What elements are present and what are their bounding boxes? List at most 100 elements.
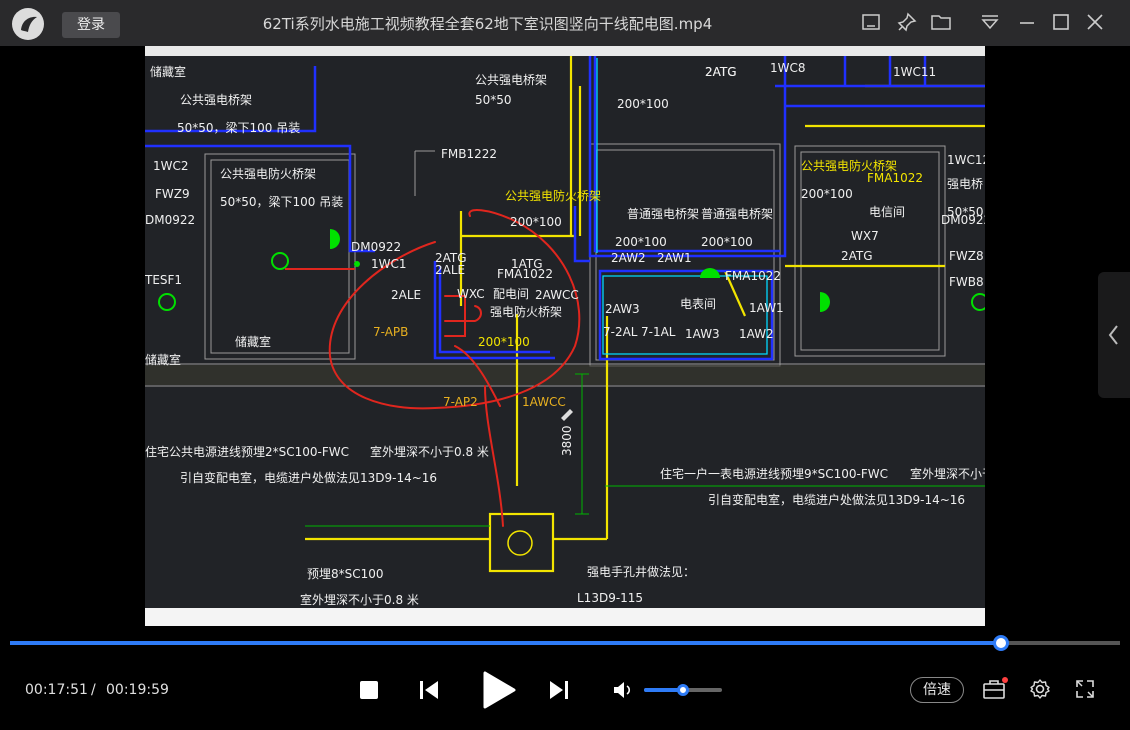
drawing-label: FMA1022: [725, 269, 781, 283]
drawing-label: 2ALE: [435, 263, 465, 277]
volume-icon: [614, 682, 631, 698]
drawing-label: 7-AP2: [443, 395, 478, 409]
stop-icon: [360, 681, 378, 699]
stop-button[interactable]: [358, 679, 380, 701]
drawing-label: 强电手孔井做法见：: [587, 564, 695, 579]
close-icon[interactable]: [1084, 11, 1106, 33]
drawing-label: 2AW2: [611, 251, 646, 265]
drawing-label: 室外埋深不小于0.8 米: [910, 466, 985, 481]
next-icon: [550, 681, 568, 699]
folder-icon[interactable]: [930, 11, 952, 33]
collapse-chevron-icon: [1108, 325, 1118, 345]
drawing-label: 配电间: [493, 287, 529, 301]
drawing-label: 1AWCC: [522, 395, 566, 409]
title-bar: 登录 62Ti系列水电施工视频教程全套62地下室识图竖向干线配电图.mp4: [0, 0, 1130, 46]
drawing-label: 室外埋深不小于0.8 米: [370, 444, 489, 459]
drawing-label: 200*100: [701, 235, 753, 249]
drawing-label: 7-1AL: [641, 325, 676, 339]
drawing-label: DM0922: [351, 240, 401, 254]
side-panel-toggle[interactable]: [1098, 272, 1130, 398]
drawing-label: 公共强电防火桥架: [505, 188, 601, 203]
app-logo-icon[interactable]: [12, 8, 44, 40]
fullscreen-icon: [1076, 680, 1094, 698]
drawing-label: FWB8: [949, 275, 984, 289]
current-time: 00:17:51: [25, 682, 88, 698]
drawing-label: 储藏室: [145, 352, 181, 367]
fullscreen-button[interactable]: [1074, 678, 1096, 700]
drawing-label: 公共强电防火桥架: [220, 166, 316, 181]
drawing-label: 2ALE: [391, 288, 421, 302]
cad-drawing: 储藏室 公共强电桥架 50*50，梁下100 吊装 1WC2 FWZ9 DM0922 TES…: [145, 46, 985, 626]
minimize-icon[interactable]: [1016, 11, 1038, 33]
drawing-label: 7-2AL: [603, 325, 638, 339]
dropdown-menu-icon[interactable]: [979, 11, 1001, 33]
drawing-labels: 储藏室 公共强电桥架 50*50，梁下100 吊装 1WC2 FWZ9 DM0922 TES…: [145, 61, 985, 607]
drawing-label: 强电桥: [947, 177, 983, 191]
volume-thumb[interactable]: [677, 684, 689, 696]
drawing-label: 预埋8*SC100: [307, 567, 384, 581]
drawing-label: 200*100: [510, 215, 562, 229]
drawing-label: 电信间: [869, 205, 905, 219]
play-button[interactable]: [480, 670, 518, 710]
maximize-icon[interactable]: [1050, 11, 1072, 33]
drawing-label: 1WC8: [770, 61, 806, 75]
time-separator: /: [91, 682, 96, 698]
drawing-label: 2AW3: [605, 302, 640, 316]
drawing-label: 强电防火桥架: [490, 304, 562, 319]
drawing-label: FMA1022: [867, 171, 923, 185]
drawing-label: 储藏室: [235, 334, 271, 349]
previous-button[interactable]: [418, 679, 440, 701]
drawing-label: 电表间: [680, 297, 716, 311]
drawing-label: WXC: [457, 287, 485, 301]
drawing-label: 2AW1: [657, 251, 692, 265]
drawing-label: WX7: [851, 229, 879, 243]
volume-slider[interactable]: [644, 684, 722, 696]
drawing-label: 200*100: [478, 335, 530, 349]
drawing-label: FWZ9: [155, 187, 190, 201]
drawing-label: 1AW3: [685, 327, 720, 341]
settings-button[interactable]: [1029, 678, 1051, 700]
drawing-label: TESF1: [145, 273, 182, 287]
previous-icon: [420, 681, 438, 699]
window-title: 62Ti系列水电施工视频教程全套62地下室识图竖向干线配电图.mp4: [262, 15, 713, 33]
drawing-label: 引自变配电室，电缆进户处做法见13D9-14~16: [708, 492, 965, 507]
drawing-label: 1WC12: [947, 153, 985, 167]
toolbox-button[interactable]: [982, 677, 1008, 701]
pin-icon[interactable]: [896, 11, 918, 33]
drawing-label: 2ATG: [841, 249, 873, 263]
drawing-label: DM0922: [941, 213, 985, 227]
drawing-label: 50*50: [475, 93, 512, 107]
drawing-label: 普通强电桥架: [627, 207, 699, 221]
drawing-label: 公共强电桥架: [475, 73, 547, 87]
drawing-label: FWZ8: [949, 249, 984, 263]
drawing-label: 200*100: [801, 187, 853, 201]
drawing-label: 住宅公共电源进线预埋2*SC100-FWC: [145, 444, 349, 459]
total-time: 00:19:59: [106, 682, 169, 698]
drawing-label: 1AW2: [739, 327, 774, 341]
speed-button[interactable]: 倍速: [910, 677, 964, 703]
seek-bar-fill: [10, 641, 1002, 645]
drawing-label: 1WC1: [371, 257, 407, 271]
drawing-label: 1WC2: [153, 159, 189, 173]
drawing-label: 2AWCC: [535, 288, 579, 302]
drawing-label: 普通强电桥架: [701, 207, 773, 221]
settings-icon: [1030, 679, 1050, 699]
drawing-label: L13D9-115: [577, 591, 643, 605]
video-frame[interactable]: 储藏室 公共强电桥架 50*50，梁下100 吊装 1WC2 FWZ9 DM0922 TES…: [145, 46, 985, 626]
drawing-label: 1WC11: [893, 65, 936, 79]
login-button[interactable]: 登录: [62, 12, 120, 38]
drawing-label: DM0922: [145, 213, 195, 227]
seek-thumb[interactable]: [993, 635, 1010, 651]
drawing-label: 2ATG: [705, 65, 737, 79]
drawing-label: 50*50，梁下100 吊装: [177, 120, 300, 135]
screen-icon[interactable]: [860, 11, 882, 33]
drawing-label: 1AW1: [749, 301, 784, 315]
drawing-label: FMB1222: [441, 147, 497, 161]
play-icon: [483, 671, 516, 709]
drawing-label: 50*50，梁下100 吊装: [220, 194, 343, 209]
volume-button[interactable]: [612, 680, 634, 700]
drawing-label: 200*100: [617, 97, 669, 111]
drawing-label: 7-APB: [373, 325, 408, 339]
seek-bar[interactable]: [10, 635, 1120, 651]
next-button[interactable]: [548, 679, 570, 701]
